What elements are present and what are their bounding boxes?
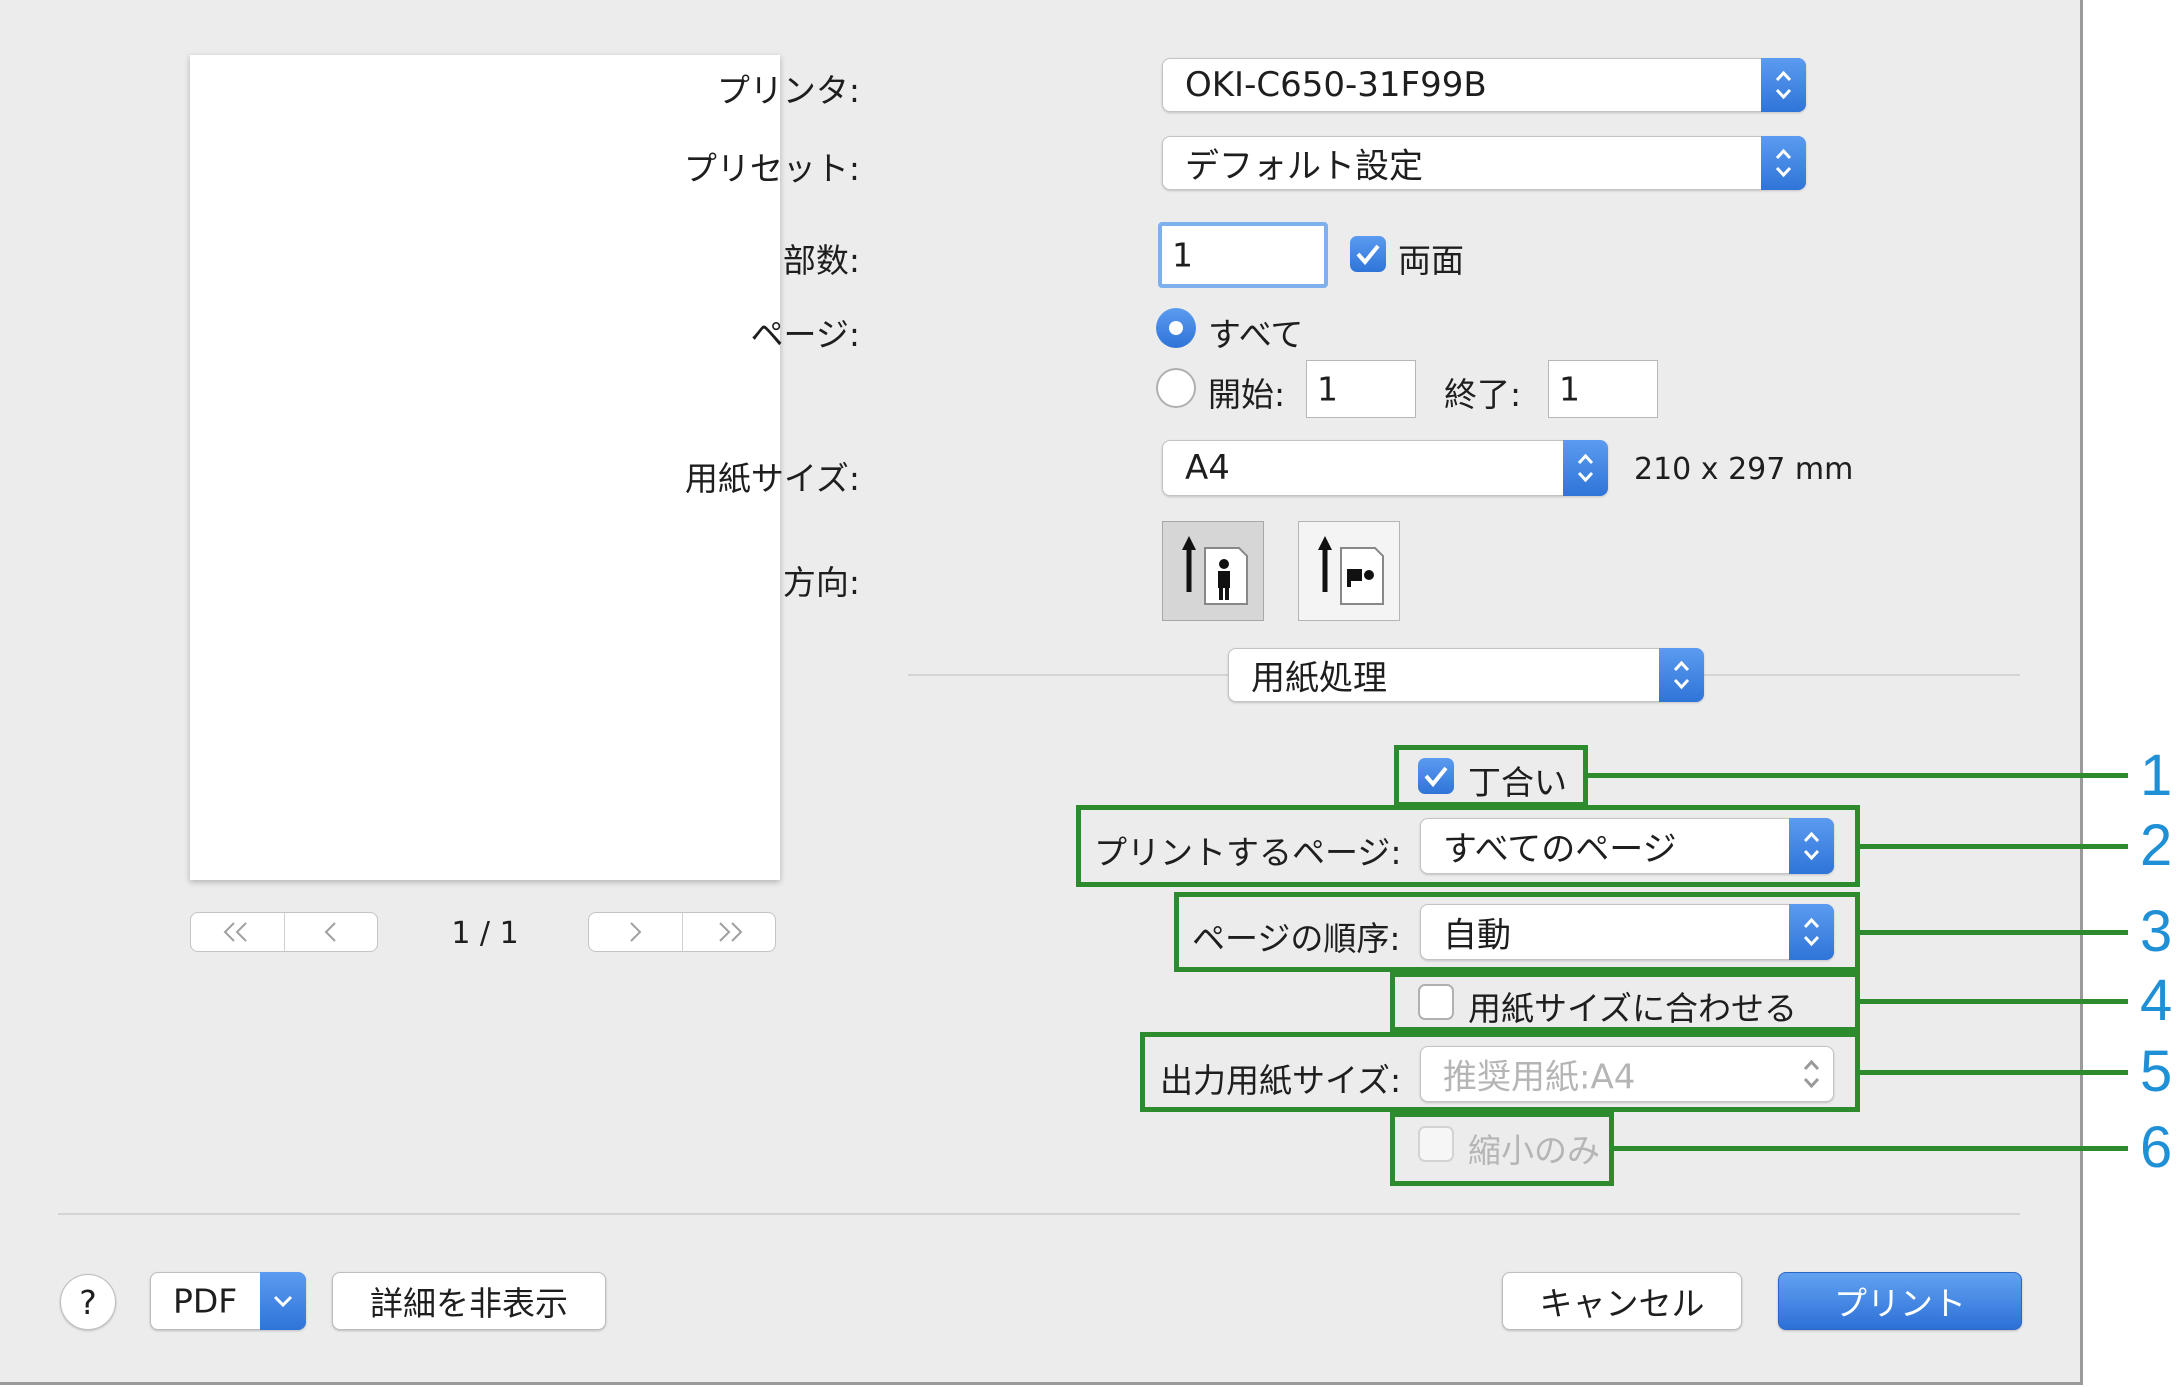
callout-box-2	[1076, 805, 1860, 887]
last-page-button[interactable]	[683, 913, 776, 951]
callout-box-6	[1390, 1112, 1614, 1186]
page-indicator: 1 / 1	[451, 916, 519, 951]
pages-to-input[interactable]: 1	[1548, 360, 1658, 418]
checkmark-icon	[1356, 244, 1380, 266]
pages-all-label: すべて	[1208, 315, 1304, 354]
updown-chevron-icon	[1577, 453, 1594, 483]
callout-number-4: 4	[2140, 968, 2173, 1033]
copies-label: 部数:	[782, 241, 860, 280]
landscape-orientation-icon	[1318, 536, 1384, 605]
updown-chevron-icon	[1673, 660, 1690, 690]
print-dialog: 1 / 1 プリンタ: OKI-C650-31F99B プリセット: デフォルト…	[0, 0, 2083, 1385]
updown-chevron-icon	[1775, 70, 1792, 100]
callout-box-3	[1174, 892, 1860, 972]
callout-line-6	[1612, 1146, 2128, 1151]
callout-box-5	[1140, 1032, 1860, 1112]
hide-details-label: 詳細を非表示	[370, 1284, 568, 1323]
printer-select[interactable]: OKI-C650-31F99B	[1162, 58, 1806, 112]
portrait-orientation-icon	[1182, 536, 1248, 605]
pages-from-input[interactable]: 1	[1306, 360, 1416, 418]
preview-nav-back-group	[190, 912, 378, 952]
print-label: プリント	[1834, 1284, 1966, 1323]
duplex-checkbox[interactable]	[1350, 236, 1386, 272]
preset-value: デフォルト設定	[1185, 146, 1423, 187]
callout-line-3	[1858, 930, 2128, 935]
cancel-label: キャンセル	[1539, 1284, 1705, 1323]
cancel-button[interactable]: キャンセル	[1502, 1272, 1742, 1330]
paper-size-value: A4	[1185, 448, 1230, 488]
previous-page-button[interactable]	[285, 913, 378, 951]
pdf-label: PDF	[173, 1281, 238, 1321]
duplex-label: 両面	[1398, 241, 1464, 280]
pages-all-radio[interactable]	[1156, 308, 1196, 348]
footer-divider	[58, 1213, 2020, 1215]
callout-line-4	[1858, 999, 2128, 1004]
callout-line-5	[1858, 1070, 2128, 1075]
pages-to-label: 終了:	[1444, 375, 1522, 414]
print-button[interactable]: プリント	[1778, 1272, 2022, 1330]
help-button[interactable]: ?	[60, 1274, 116, 1330]
callout-number-5: 5	[2140, 1039, 2173, 1104]
double-chevron-left-icon	[223, 922, 247, 942]
copies-value: 1	[1172, 235, 1193, 275]
printer-label: プリンタ:	[716, 71, 860, 110]
updown-chevron-icon	[1775, 148, 1792, 178]
callout-box-1	[1394, 745, 1588, 807]
preset-label: プリセット:	[683, 149, 860, 188]
section-select[interactable]: 用紙処理	[1228, 648, 1704, 702]
double-chevron-right-icon	[719, 922, 743, 942]
paper-size-label: 用紙サイズ:	[684, 459, 860, 498]
callout-number-6: 6	[2140, 1115, 2173, 1180]
section-value: 用紙処理	[1251, 658, 1387, 699]
next-page-button[interactable]	[589, 913, 683, 951]
section-stepper	[1659, 648, 1704, 702]
pdf-dropdown-arrow	[260, 1272, 306, 1330]
callout-line-2	[1858, 844, 2128, 849]
callout-number-1: 1	[2140, 743, 2173, 808]
paper-size-stepper	[1563, 440, 1608, 496]
pages-from-label: 開始:	[1208, 375, 1286, 414]
preset-stepper	[1761, 136, 1806, 190]
callout-number-3: 3	[2140, 899, 2173, 964]
pages-range-radio[interactable]	[1156, 368, 1196, 408]
printer-value: OKI-C650-31F99B	[1185, 65, 1487, 105]
help-label: ?	[79, 1282, 97, 1322]
callout-line-1	[1586, 773, 2128, 778]
callout-number-2: 2	[2140, 813, 2173, 878]
chevron-down-icon	[273, 1295, 293, 1308]
landscape-button[interactable]	[1298, 521, 1400, 621]
preview-nav-forward-group	[588, 912, 776, 952]
pages-to-value: 1	[1559, 369, 1580, 409]
pdf-menu-button[interactable]: PDF	[150, 1272, 306, 1330]
copies-input[interactable]: 1	[1158, 222, 1328, 288]
callout-box-4	[1390, 972, 1860, 1032]
portrait-button[interactable]	[1162, 521, 1264, 621]
chevron-left-icon	[324, 922, 336, 942]
preset-select[interactable]: デフォルト設定	[1162, 136, 1806, 190]
paper-dimensions: 210 x 297 mm	[1634, 452, 1854, 487]
first-page-button[interactable]	[191, 913, 285, 951]
chevron-right-icon	[630, 922, 642, 942]
pages-from-value: 1	[1317, 369, 1338, 409]
printer-stepper	[1761, 58, 1806, 112]
orientation-label: 方向:	[782, 563, 860, 602]
paper-size-select[interactable]: A4	[1162, 440, 1608, 496]
pages-label: ページ:	[750, 315, 860, 354]
hide-details-button[interactable]: 詳細を非表示	[332, 1272, 606, 1330]
